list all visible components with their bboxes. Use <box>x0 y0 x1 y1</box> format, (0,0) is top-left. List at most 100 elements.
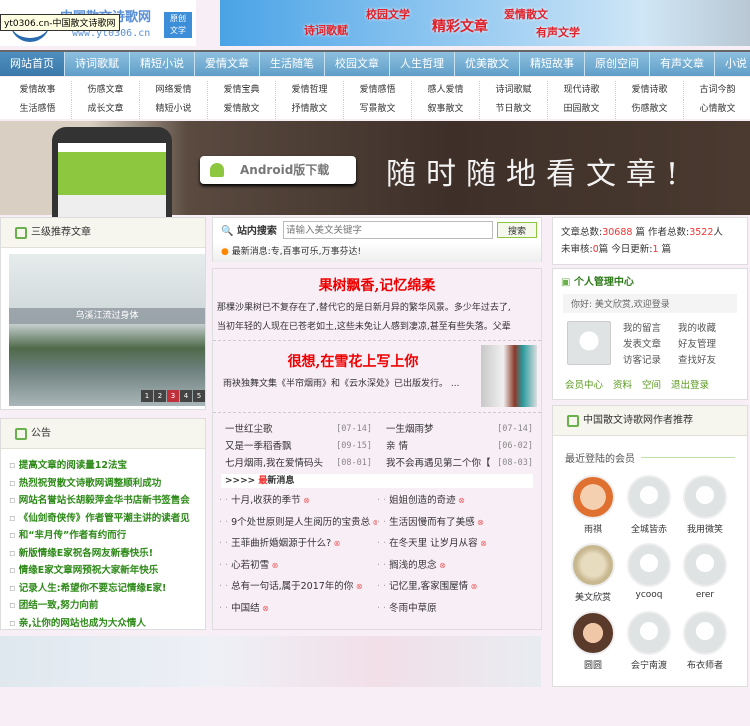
latest-item[interactable]: 王菲曲折婚姻源于什么? ⊗ <box>219 533 377 555</box>
article-title[interactable]: 在冬天里 让岁月从容 <box>383 538 478 549</box>
member-avatar[interactable] <box>571 543 615 587</box>
member-avatar[interactable] <box>683 611 727 655</box>
latest-item[interactable]: 姐姐创造的奇迹 ⊗ <box>377 490 535 512</box>
member[interactable]: 全城皆赤 <box>621 475 677 543</box>
nav-item[interactable]: 优美散文 <box>455 52 520 76</box>
nav-item[interactable]: 有声文章 <box>650 52 715 76</box>
nav-item[interactable]: 网站首页 <box>0 52 65 76</box>
slide-page-button[interactable]: 4 <box>180 390 192 402</box>
subnav-item[interactable]: 爱情诗歌 <box>616 81 684 100</box>
user-link[interactable]: 我的留言 <box>623 321 678 337</box>
headline-link[interactable]: 果树飘香,记忆绵柔 <box>213 275 541 295</box>
article-title[interactable]: 又是一季稻香飘 <box>225 438 292 455</box>
dated-item[interactable]: 又是一季稻香飘 [09-15] <box>225 438 372 455</box>
subnav-item[interactable]: 写景散文 <box>344 100 412 119</box>
latest-item[interactable]: 总有一句话,属于2017年的你 ⊗ <box>219 576 377 598</box>
subnav-item[interactable]: 叙事散文 <box>412 100 480 119</box>
member-avatar[interactable] <box>683 543 727 587</box>
user-bottom-link[interactable]: 空间 <box>642 377 661 391</box>
user-link[interactable]: 我的收藏 <box>678 321 733 337</box>
subnav-item[interactable]: 感人爱情 <box>412 81 480 100</box>
article-title[interactable]: 一生烟雨梦 <box>386 421 434 438</box>
member-avatar[interactable] <box>627 543 671 587</box>
member[interactable]: 会宁南渡 <box>621 611 677 679</box>
search-button[interactable]: 搜索 <box>497 222 537 238</box>
search-input[interactable] <box>283 221 493 239</box>
user-bottom-link[interactable]: 退出登录 <box>671 377 709 391</box>
dated-item[interactable]: 一世红尘歌 [07-14] <box>225 421 372 438</box>
subnav-item[interactable]: 爱情感悟 <box>344 81 412 100</box>
notice-item[interactable]: 《仙剑奇侠传》作者管平潮主讲的读者见 <box>9 510 205 528</box>
member-avatar[interactable] <box>627 475 671 519</box>
subnav-item[interactable]: 网络爱情 <box>140 81 208 100</box>
headline-link[interactable]: 很想,在雪花上写上你 <box>213 351 493 371</box>
article-title[interactable]: 记忆里,客家围屋情 <box>383 581 468 592</box>
member-avatar[interactable] <box>571 475 615 519</box>
user-bottom-link[interactable]: 资料 <box>613 377 632 391</box>
nav-item[interactable]: 人生哲理 <box>390 52 455 76</box>
user-avatar[interactable] <box>567 321 611 365</box>
subnav-item[interactable]: 心情散文 <box>684 100 750 119</box>
member-avatar[interactable] <box>683 475 727 519</box>
nav-item[interactable]: 精短故事 <box>520 52 585 76</box>
user-link[interactable]: 发表文章 <box>623 337 678 353</box>
subnav-item[interactable]: 现代诗歌 <box>548 81 616 100</box>
slide-page-button[interactable]: 1 <box>141 390 153 402</box>
top-banner[interactable]: 诗词歌赋 校园文学 精彩文章 爱情散文 有声文学 <box>220 0 750 46</box>
nav-item[interactable]: 校园文章 <box>325 52 390 76</box>
member-name[interactable]: 布衣师者 <box>677 658 733 726</box>
latest-item[interactable]: 生活因慢而有了美感 ⊗ <box>377 512 535 534</box>
slide-caption[interactable]: 乌溪江流过身体 <box>9 308 205 324</box>
notice-item[interactable]: 情缘E家文章网预祝大家新年快乐 <box>9 562 205 580</box>
subnav-item[interactable]: 精短小说 <box>140 100 208 119</box>
latest-item[interactable]: 记忆里,客家围屋情 ⊗ <box>377 576 535 598</box>
article-title[interactable]: 亲 情 <box>386 438 408 455</box>
dated-item[interactable]: 七月烟雨,我在爱情码头 [08-01] <box>225 455 372 472</box>
notice-item[interactable]: 提高文章的阅读量12法宝 <box>9 457 205 475</box>
android-download-button[interactable]: Android版下载 <box>200 156 356 184</box>
article-title[interactable]: 冬雨中草原 <box>383 603 437 614</box>
article-title[interactable]: 一世红尘歌 <box>225 421 273 438</box>
subnav-item[interactable]: 爱情散文 <box>208 100 276 119</box>
dated-item[interactable]: 一生烟雨梦 [07-14] <box>386 421 533 438</box>
member-avatar[interactable] <box>627 611 671 655</box>
subnav-item[interactable]: 成长文章 <box>72 100 140 119</box>
member[interactable]: 美文欣赏 <box>565 543 621 611</box>
article-title[interactable]: 十月,收获的季节 <box>225 495 301 506</box>
article-thumbnail[interactable] <box>481 345 537 407</box>
member-avatar[interactable] <box>571 611 615 655</box>
latest-item[interactable]: 搁浅的思念 ⊗ <box>377 555 535 577</box>
member-name[interactable]: 会宁南渡 <box>621 658 677 726</box>
user-link[interactable]: 查找好友 <box>678 353 733 369</box>
subnav-item[interactable]: 伤感文章 <box>72 81 140 100</box>
latest-item[interactable]: 9个处世原则是人生阅历的宝贵总 ⊗ <box>219 512 377 534</box>
subnav-item[interactable]: 生活感悟 <box>4 100 72 119</box>
subnav-item[interactable]: 爱情故事 <box>4 81 72 100</box>
subnav-item[interactable]: 节日散文 <box>480 100 548 119</box>
notice-item[interactable]: 热烈祝贺散文诗歌网调整顺利成功 <box>9 475 205 493</box>
user-link[interactable]: 访客记录 <box>623 353 678 369</box>
article-title[interactable]: 心若初雪 <box>225 560 269 571</box>
subnav-item[interactable]: 爱情哲理 <box>276 81 344 100</box>
notice-item[interactable]: 和“芈月传”作者有约而行 <box>9 527 205 545</box>
article-title[interactable]: 姐姐创造的奇迹 <box>383 495 456 506</box>
nav-item[interactable]: 原创空间 <box>585 52 650 76</box>
nav-item[interactable]: 诗词歌赋 <box>65 52 130 76</box>
member[interactable]: 我用微笑 <box>677 475 733 543</box>
article-title[interactable]: 中国结 <box>225 603 260 614</box>
user-link[interactable]: 好友管理 <box>678 337 733 353</box>
subnav-item[interactable]: 伤感散文 <box>616 100 684 119</box>
notice-item[interactable]: 网站名誉站长胡毅萍金华书店新书签售会 <box>9 492 205 510</box>
notice-item[interactable]: 团结一致,努力向前 <box>9 597 205 615</box>
article-title[interactable]: 王菲曲折婚姻源于什么? <box>225 538 331 549</box>
subnav-item[interactable]: 田园散文 <box>548 100 616 119</box>
slide-page-button[interactable]: 2 <box>154 390 166 402</box>
notice-item[interactable]: 新版情缘E家祝各网友新春快乐! <box>9 545 205 563</box>
notice-item[interactable]: 记录人生:希望你不要忘记情缘E家! <box>9 580 205 598</box>
subnav-item[interactable]: 诗词歌赋 <box>480 81 548 100</box>
dated-item[interactable]: 我不会再遇见第二个你【 [08-03] <box>386 455 533 472</box>
member[interactable]: 圆圆 <box>565 611 621 679</box>
user-bottom-link[interactable]: 会员中心 <box>565 377 603 391</box>
latest-item[interactable]: 中国结 ⊗ <box>219 598 377 620</box>
member[interactable]: 雨祺 <box>565 475 621 543</box>
